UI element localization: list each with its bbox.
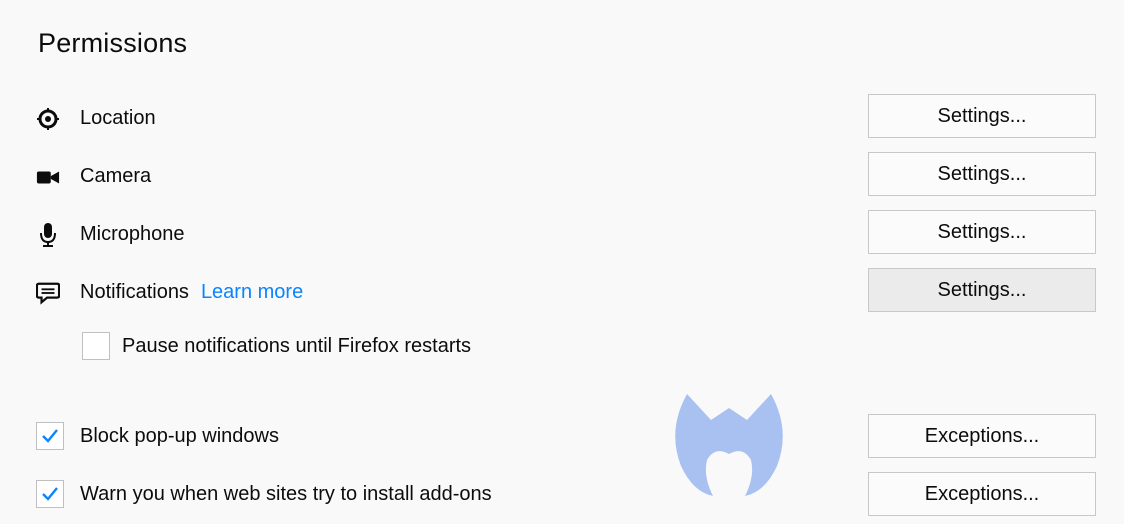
section-title: Permissions	[38, 28, 188, 58]
notifications-settings-button[interactable]: Settings...	[868, 268, 1096, 312]
notifications-icon	[36, 281, 60, 305]
permissions-panel: Permissions Location Settings... Camera …	[0, 0, 1124, 524]
permission-label-microphone: Microphone	[80, 223, 185, 245]
microphone-settings-button[interactable]: Settings...	[868, 210, 1096, 254]
checkmark-icon	[42, 429, 58, 443]
warn-addons-checkbox[interactable]	[36, 480, 64, 508]
block-popups-label: Block pop-up windows	[80, 425, 279, 447]
learn-more-link[interactable]: Learn more	[201, 281, 303, 303]
microphone-icon	[36, 223, 60, 247]
block-popups-checkbox[interactable]	[36, 422, 64, 450]
permission-label-location: Location	[80, 107, 156, 129]
permission-label-notifications: Notifications Learn more	[80, 281, 303, 304]
pause-notifications-row: Pause notifications until Firefox restar…	[0, 326, 800, 366]
block-popups-exceptions-button[interactable]: Exceptions...	[868, 414, 1096, 458]
malwarebytes-logo-icon	[675, 394, 783, 496]
warn-addons-exceptions-button[interactable]: Exceptions...	[868, 472, 1096, 516]
checkmark-icon	[42, 487, 58, 501]
permission-label-camera: Camera	[80, 165, 152, 187]
location-icon	[36, 107, 60, 131]
notifications-label-text: Notifications	[80, 281, 189, 303]
camera-settings-button[interactable]: Settings...	[868, 152, 1096, 196]
warn-addons-label: Warn you when web sites try to install a…	[80, 483, 492, 505]
pause-notifications-checkbox[interactable]	[82, 332, 110, 360]
camera-icon	[36, 165, 60, 189]
location-settings-button[interactable]: Settings...	[868, 94, 1096, 138]
pause-notifications-label: Pause notifications until Firefox restar…	[122, 335, 472, 357]
